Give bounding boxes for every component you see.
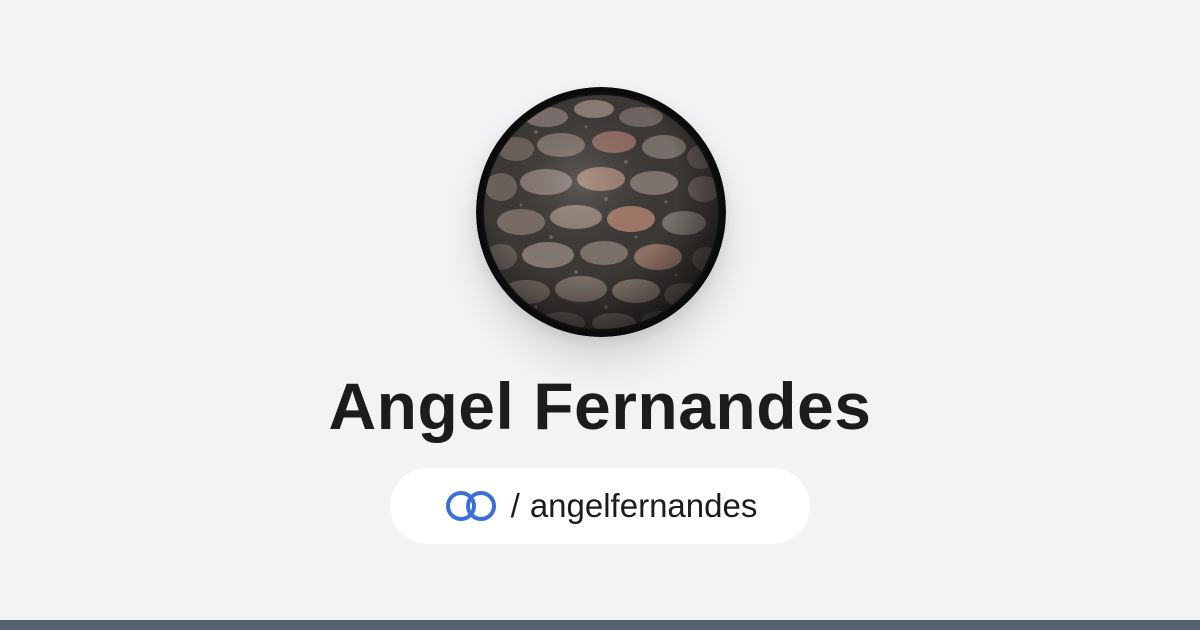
stone-sphere-avatar-image [476, 87, 726, 337]
handle-text: angelfernandes [529, 487, 758, 524]
profile-card: Angel Fernandes / angelfernandes [0, 0, 1200, 620]
handle-separator: / [510, 487, 520, 524]
bottom-bar [0, 620, 1200, 630]
linked-circles-icon [445, 491, 496, 521]
avatar[interactable] [476, 87, 726, 337]
profile-name: Angel Fernandes [328, 369, 872, 443]
profile-handle-link[interactable]: / angelfernandes [390, 468, 810, 544]
